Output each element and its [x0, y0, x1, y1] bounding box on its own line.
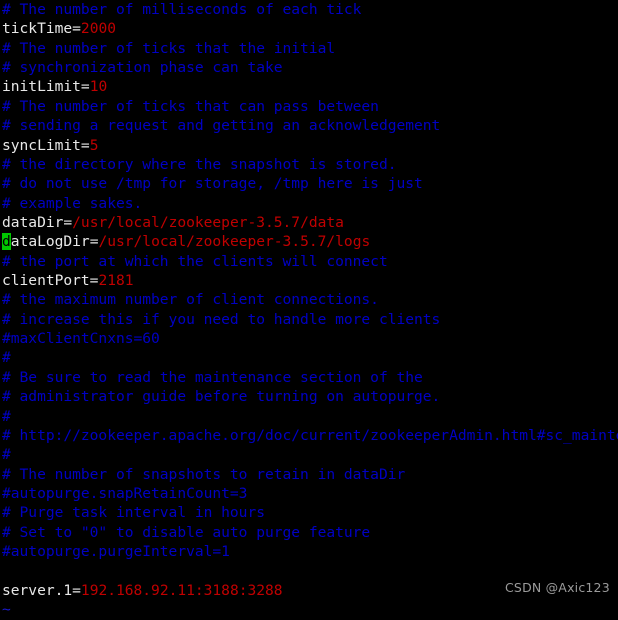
comment-text: # synchronization phase can take — [2, 59, 283, 77]
comment-text: # — [2, 407, 11, 425]
code-line[interactable]: syncLimit=5 — [0, 136, 618, 155]
code-line[interactable]: ~ — [0, 600, 618, 619]
config-key: clientPort — [2, 272, 90, 290]
comment-text: # administrator guide before turning on … — [2, 388, 441, 406]
equals-sign: = — [63, 213, 73, 231]
comment-text: # Set to "0" to disable auto purge featu… — [2, 523, 371, 541]
code-line[interactable]: # sending a request and getting an ackno… — [0, 116, 618, 135]
code-line[interactable]: # the maximum number of client connectio… — [0, 290, 618, 309]
comment-text: # the directory where the snapshot is st… — [2, 155, 397, 173]
comment-text: #maxClientCnxns=60 — [2, 330, 160, 348]
code-line[interactable]: # increase this if you need to handle mo… — [0, 310, 618, 329]
config-key-rest: ataLogDir — [10, 233, 90, 251]
equals-sign: = — [80, 136, 90, 154]
code-line[interactable]: # Set to "0" to disable auto purge featu… — [0, 523, 618, 542]
equals-sign: = — [72, 581, 81, 599]
code-line[interactable]: # the port at which the clients will con… — [0, 252, 618, 271]
comment-text: # Be sure to read the maintenance sectio… — [2, 368, 423, 386]
config-value: 10 — [89, 78, 108, 96]
code-line[interactable] — [0, 561, 618, 580]
config-key: dataDir — [2, 213, 64, 231]
code-line[interactable]: # The number of ticks that can pass betw… — [0, 97, 618, 116]
code-line[interactable]: # http://zookeeper.apache.org/doc/curren… — [0, 426, 618, 445]
code-line[interactable]: # do not use /tmp for storage, /tmp here… — [0, 174, 618, 193]
config-key: syncLimit — [2, 136, 81, 154]
comment-text: # the maximum number of client connectio… — [2, 291, 379, 309]
code-line[interactable]: dataLogDir=/usr/local/zookeeper-3.5.7/lo… — [0, 232, 618, 251]
comment-text: # the port at which the clients will con… — [2, 252, 388, 270]
config-key: tickTime — [2, 20, 73, 38]
comment-text: # increase this if you need to handle mo… — [2, 310, 441, 328]
equals-sign: = — [72, 20, 81, 38]
equals-sign: = — [80, 78, 90, 96]
config-key: dataLogDir — [2, 233, 90, 251]
code-line[interactable]: # example sakes. — [0, 194, 618, 213]
config-value: 2181 — [98, 272, 134, 290]
code-line[interactable]: # The number of milliseconds of each tic… — [0, 0, 618, 19]
text-cursor: d — [2, 233, 11, 251]
config-value: 192.168.92.11:3188:3288 — [80, 581, 283, 599]
code-text-area[interactable]: # The number of milliseconds of each tic… — [0, 0, 618, 620]
code-line[interactable]: #maxClientCnxns=60 — [0, 329, 618, 348]
config-key: initLimit — [2, 78, 81, 96]
code-line[interactable]: clientPort=2181 — [0, 271, 618, 290]
code-line[interactable]: # the directory where the snapshot is st… — [0, 155, 618, 174]
config-value: /usr/local/zookeeper-3.5.7/data — [72, 213, 344, 231]
comment-text: # — [2, 349, 11, 367]
comment-text: #autopurge.snapRetainCount=3 — [2, 484, 248, 502]
comment-text: # — [2, 446, 11, 464]
csdn-watermark: CSDN @Axic123 — [505, 580, 610, 595]
code-line[interactable]: #autopurge.snapRetainCount=3 — [0, 484, 618, 503]
code-line[interactable]: dataDir=/usr/local/zookeeper-3.5.7/data — [0, 213, 618, 232]
code-line[interactable]: # The number of snapshots to retain in d… — [0, 465, 618, 484]
comment-text: # http://zookeeper.apache.org/doc/curren… — [2, 426, 618, 444]
code-line[interactable]: # The number of ticks that the initial — [0, 39, 618, 58]
comment-text: # The number of snapshots to retain in d… — [2, 465, 406, 483]
config-key: server.1 — [2, 581, 73, 599]
code-line[interactable]: # — [0, 445, 618, 464]
comment-text: # The number of ticks that the initial — [2, 39, 336, 57]
code-line[interactable]: # — [0, 407, 618, 426]
code-line[interactable]: # synchronization phase can take — [0, 58, 618, 77]
comment-text: #autopurge.purgeInterval=1 — [2, 543, 230, 561]
config-value: 5 — [89, 136, 99, 154]
comment-text: # example sakes. — [2, 194, 143, 212]
comment-text: # sending a request and getting an ackno… — [2, 117, 441, 135]
comment-text: # The number of ticks that can pass betw… — [2, 97, 379, 115]
terminal-editor-window[interactable]: # The number of milliseconds of each tic… — [0, 0, 618, 618]
comment-text: # do not use /tmp for storage, /tmp here… — [2, 175, 423, 193]
comment-text: # Purge task interval in hours — [2, 504, 265, 522]
code-line[interactable]: # — [0, 348, 618, 367]
code-line[interactable]: initLimit=10 — [0, 77, 618, 96]
comment-text: # The number of milliseconds of each tic… — [2, 1, 362, 18]
code-line[interactable]: # Be sure to read the maintenance sectio… — [0, 368, 618, 387]
code-line[interactable]: # Purge task interval in hours — [0, 503, 618, 522]
config-value: 2000 — [80, 20, 116, 38]
code-line[interactable]: tickTime=2000 — [0, 19, 618, 38]
config-value: /usr/local/zookeeper-3.5.7/logs — [98, 233, 371, 251]
code-line[interactable]: #autopurge.purgeInterval=1 — [0, 542, 618, 561]
code-line[interactable]: # administrator guide before turning on … — [0, 387, 618, 406]
